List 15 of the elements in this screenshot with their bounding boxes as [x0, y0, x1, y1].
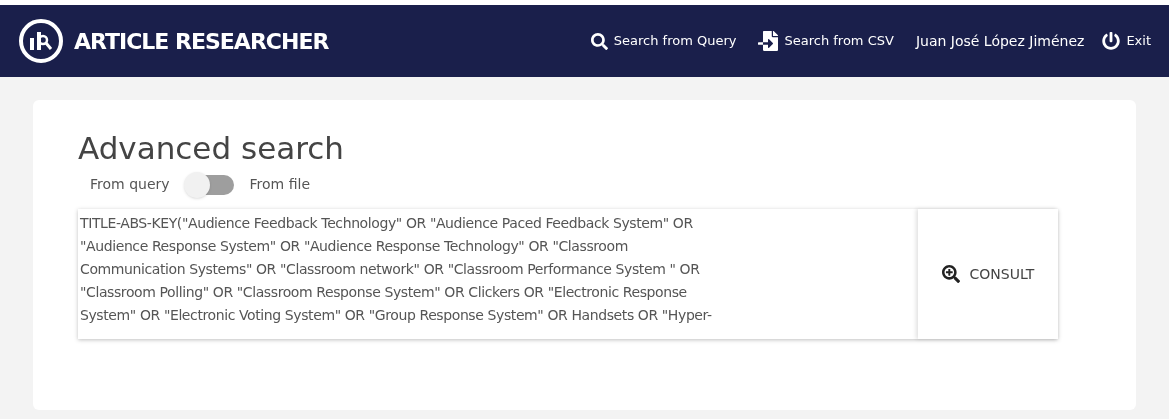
mode-switch[interactable] — [185, 174, 234, 195]
query-textarea[interactable]: TITLE-ABS-KEY("Audience Feedback Technology" OR "Audience Paced Feedback System" OR "Audience Response System" OR "Audience Response Technology" OR "Classroom Communication Systems" OR "Classroom network" OR "Classroom Performance System " OR "Classroom Polling" OR "Classroom Response System" OR Clickers OR "Electronic Response System" OR "Electronic Voting System" OR "Group Response System" OR Handsets OR "Hyper- — [78, 209, 918, 339]
nav-link[interactable]: Exit — [1102, 31, 1151, 51]
toggle-label: From query — [90, 175, 170, 194]
nav-link[interactable]: Search from CSV — [758, 31, 894, 51]
power-icon — [1102, 32, 1121, 50]
page-heading: Advanced search — [78, 129, 345, 168]
logo-icon — [18, 18, 64, 64]
app-title: ARTICLE RESEARCHER — [74, 27, 329, 56]
file-import-icon — [758, 31, 779, 51]
search-icon — [590, 32, 608, 50]
nav-link[interactable]: Search from Query — [590, 31, 737, 51]
zoom-in-icon — [941, 265, 960, 283]
user-name: Juan José López Jiménez — [915, 31, 1085, 51]
toggle-label: From file — [249, 175, 311, 194]
